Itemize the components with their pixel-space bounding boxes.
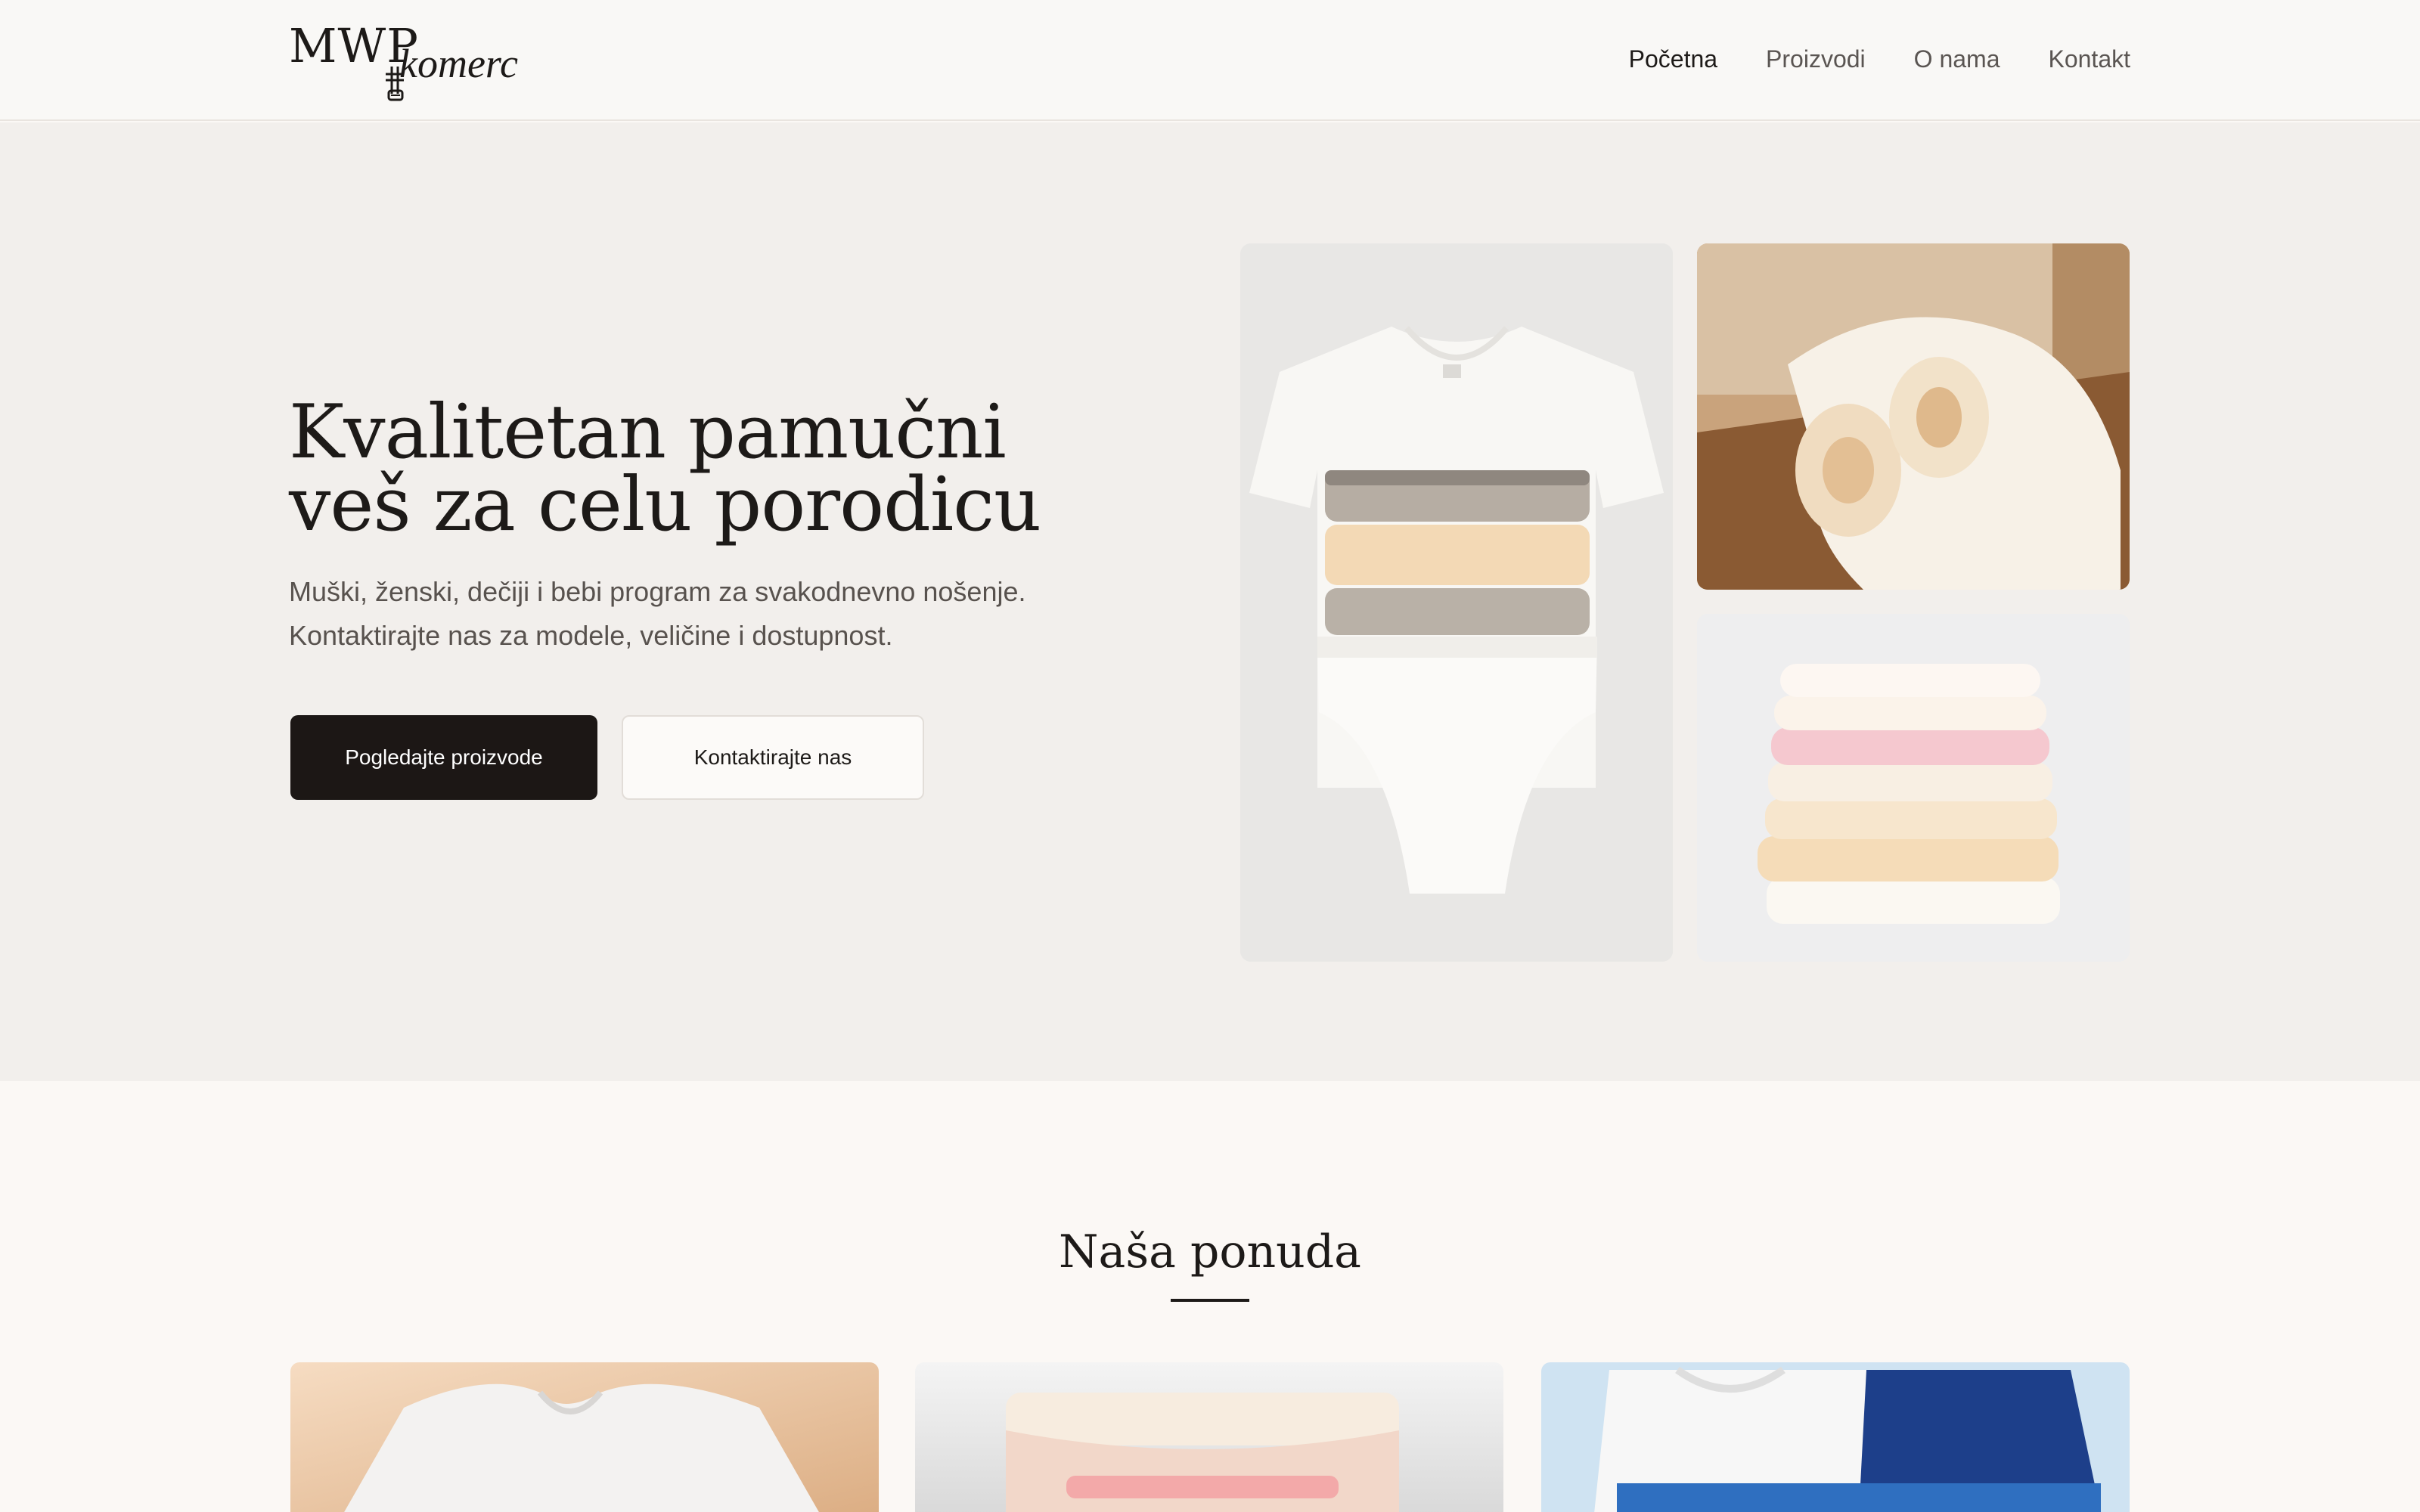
product-card-kids-set[interactable] [1541,1362,2130,1512]
hero-title: Kvalitetan pamučni veš za celu porodicu [289,389,1121,548]
thread-spool-icon [386,67,404,101]
product-card-tshirt[interactable] [290,1362,879,1512]
nav-item-proizvodi[interactable]: Proizvodi [1766,41,1866,77]
hero-title-line: Kvalitetan pamučni [289,389,1007,476]
offer-section: Naša ponuda [0,1081,2420,1512]
hero-subtitle-line: Muški, ženski, dečiji i bebi program za … [289,576,1026,607]
main-nav: Početna Proizvodi O nama Kontakt [1629,41,2130,77]
nav-item-pocetna[interactable]: Početna [1629,41,1717,77]
hero-title-line: veš za celu porodicu [289,462,1041,548]
product-card-briefs[interactable] [915,1362,1503,1512]
hero-image-folded-stack [1697,614,2130,962]
hero-image-rolled-shirts [1697,243,2130,590]
hero-image-tshirt-briefs [1240,243,1673,962]
title-divider [1171,1299,1249,1302]
offer-title: Naša ponuda [1059,1225,1361,1278]
brand-logo[interactable]: MWP komerc [289,20,518,104]
contact-us-button[interactable]: Kontaktirajte nas [622,715,924,800]
hero-section: Kvalitetan pamučni veš za celu porodicu … [0,122,2420,1081]
view-products-button[interactable]: Pogledajte proizvode [290,715,597,800]
hero-subtitle: Muški, ženski, dečiji i bebi program za … [289,570,1196,658]
site-header: MWP komerc Početna Proizvodi O nama Kont… [0,0,2420,121]
hero-subtitle-line: Kontaktirajte nas za modele, veličine i … [289,620,893,651]
nav-item-o-nama[interactable]: O nama [1914,41,2000,77]
nav-item-kontakt[interactable]: Kontakt [2048,41,2130,77]
